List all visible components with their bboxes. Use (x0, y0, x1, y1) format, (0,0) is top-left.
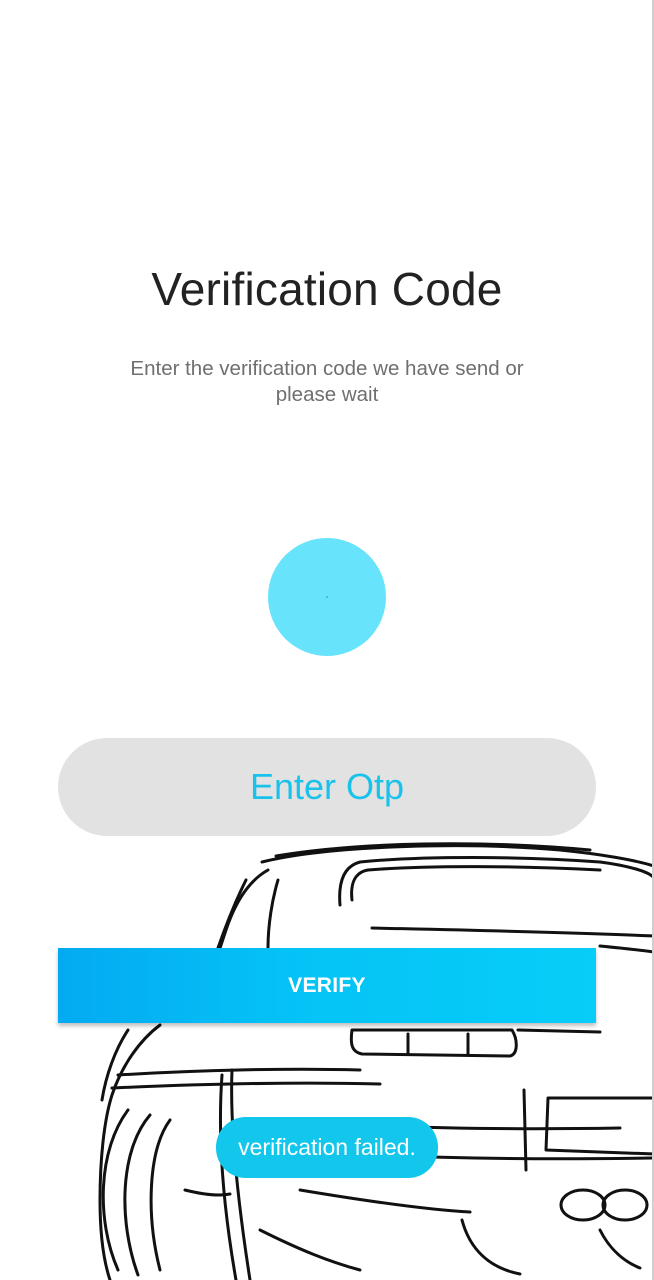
verify-button[interactable]: VERIFY (58, 948, 596, 1023)
status-toast: verification failed. (216, 1117, 438, 1178)
page-subtitle: Enter the verification code we have send… (130, 357, 524, 406)
otp-input[interactable] (58, 738, 596, 836)
verification-screen: Verification Code Enter the verification… (0, 0, 654, 1280)
spinner-center-dot (326, 596, 328, 598)
page-title: Verification Code (151, 263, 503, 315)
car-sketch-illustration (98, 842, 652, 1280)
loading-spinner (268, 538, 386, 656)
